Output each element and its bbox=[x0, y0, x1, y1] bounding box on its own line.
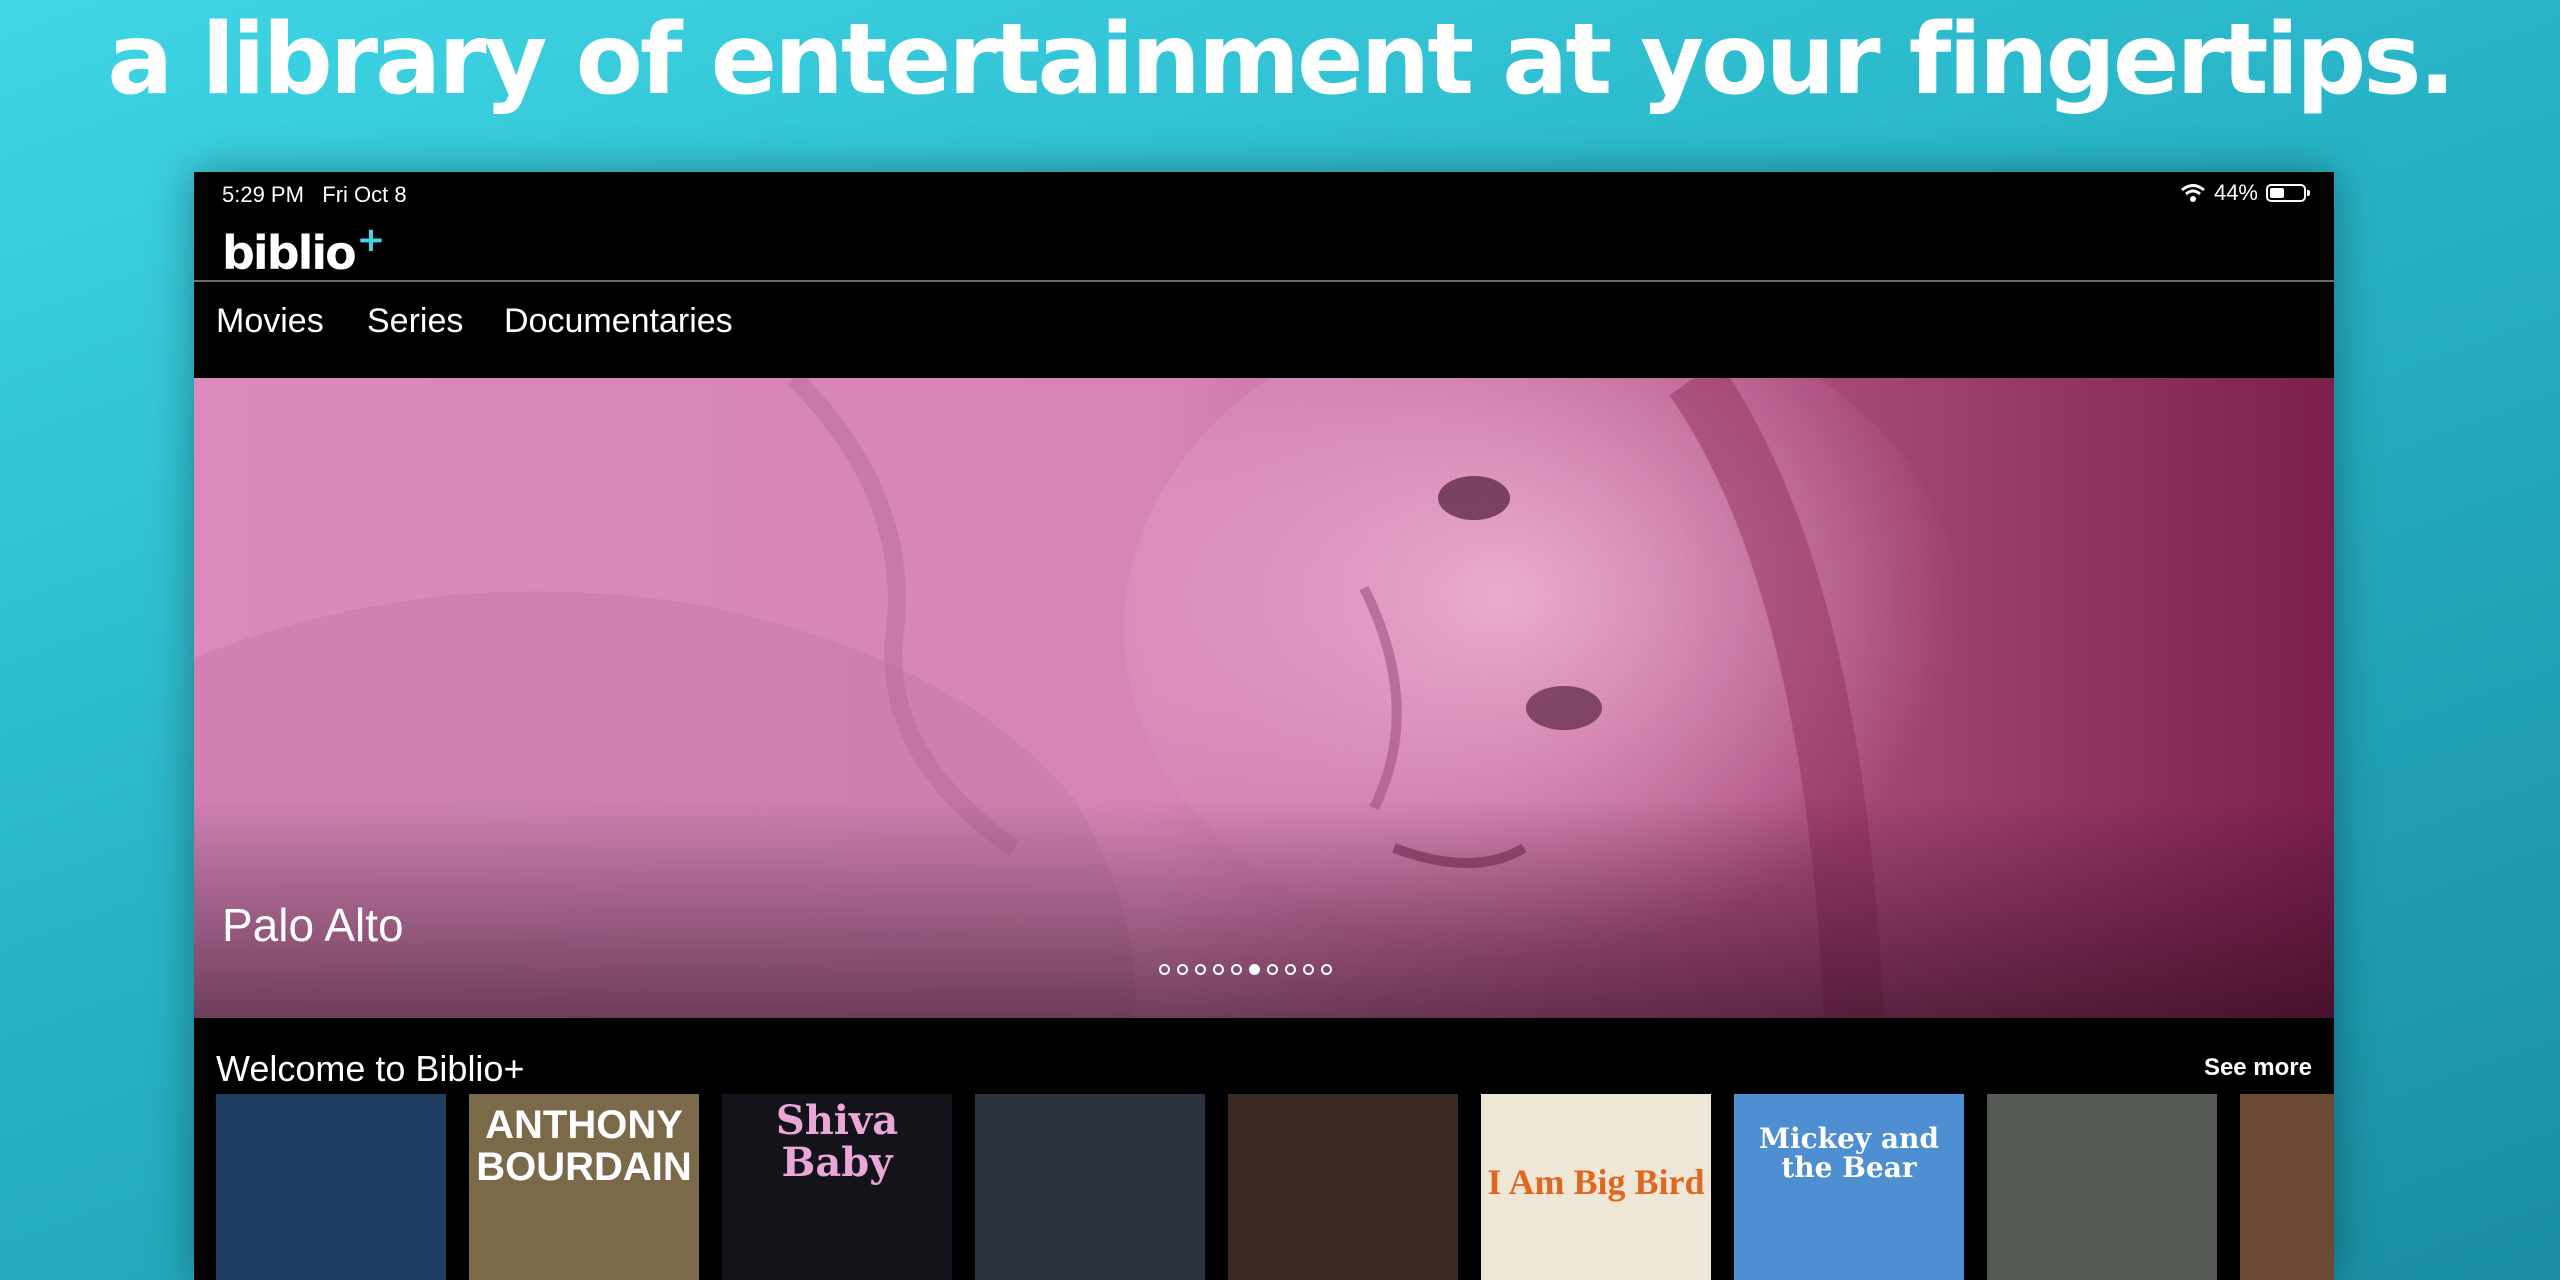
poster-title: I Am Big Bird bbox=[1487, 1162, 1705, 1202]
carousel-dot[interactable] bbox=[1231, 964, 1242, 975]
poster-row: ANTHONY BOURDAIN Shiva Baby I Am Big Bird M… bbox=[216, 1094, 2334, 1280]
hero-title[interactable]: Palo Alto bbox=[222, 898, 404, 952]
carousel-dot[interactable] bbox=[1159, 964, 1170, 975]
wifi-icon bbox=[2181, 184, 2205, 202]
battery-fill bbox=[2270, 188, 2284, 198]
status-bar: 5:29 PM Fri Oct 8 44% bbox=[194, 172, 2334, 216]
carousel-dot[interactable] bbox=[1303, 964, 1314, 975]
poster-title: Mickey and the Bear bbox=[1759, 1122, 1939, 1185]
carousel-indicator bbox=[1159, 964, 1332, 975]
status-right: 44% bbox=[2180, 180, 2310, 206]
category-nav: Movies Series Documentaries bbox=[194, 282, 2334, 366]
carousel-dot[interactable] bbox=[1321, 964, 1332, 975]
poster-title: ANTHONY BOURDAIN bbox=[476, 1103, 692, 1189]
hero-gradient bbox=[194, 798, 2334, 1018]
carousel-dot[interactable] bbox=[1177, 964, 1188, 975]
battery-icon bbox=[2266, 184, 2310, 202]
movie-poster[interactable] bbox=[2240, 1094, 2334, 1280]
carousel-dot[interactable] bbox=[1267, 964, 1278, 975]
carousel-dot[interactable] bbox=[1285, 964, 1296, 975]
row-title: Welcome to Biblio+ bbox=[216, 1048, 525, 1089]
carousel-dot[interactable] bbox=[1195, 964, 1206, 975]
movie-poster[interactable]: Shiva Baby bbox=[722, 1094, 952, 1280]
app-header: biblio+ bbox=[194, 216, 2334, 282]
movie-poster[interactable] bbox=[1987, 1094, 2217, 1280]
battery-percent: 44% bbox=[2213, 180, 2258, 205]
status-time: 5:29 PM Fri Oct 8 bbox=[222, 182, 407, 208]
poster-title: Shiva Baby bbox=[775, 1097, 899, 1186]
movie-poster[interactable]: ANTHONY BOURDAIN bbox=[469, 1094, 699, 1280]
tab-documentaries[interactable]: Documentaries bbox=[504, 302, 733, 341]
carousel-dot[interactable] bbox=[1213, 964, 1224, 975]
movie-poster[interactable]: Mickey and the Bear bbox=[1734, 1094, 1964, 1280]
logo-plus: + bbox=[356, 220, 385, 260]
tablet-screen: 5:29 PM Fri Oct 8 44% biblio+ Movies Ser… bbox=[194, 172, 2334, 1280]
movie-poster[interactable]: I Am Big Bird bbox=[1481, 1094, 1711, 1280]
status-time-value: 5:29 PM bbox=[222, 182, 304, 207]
headline: a library of entertainment at your finge… bbox=[107, 3, 2456, 117]
tab-movies[interactable]: Movies bbox=[216, 302, 324, 341]
biblio-logo[interactable]: biblio+ bbox=[222, 220, 385, 280]
hero-banner[interactable]: Palo Alto bbox=[194, 378, 2334, 1018]
see-more-link[interactable]: See more bbox=[2204, 1054, 2312, 1082]
movie-poster[interactable] bbox=[216, 1094, 446, 1280]
logo-text: biblio bbox=[222, 226, 357, 280]
status-date: Fri Oct 8 bbox=[322, 182, 407, 207]
movie-poster[interactable] bbox=[1228, 1094, 1458, 1280]
carousel-dot[interactable] bbox=[1249, 964, 1260, 975]
tab-series[interactable]: Series bbox=[367, 302, 463, 341]
movie-poster[interactable] bbox=[975, 1094, 1205, 1280]
